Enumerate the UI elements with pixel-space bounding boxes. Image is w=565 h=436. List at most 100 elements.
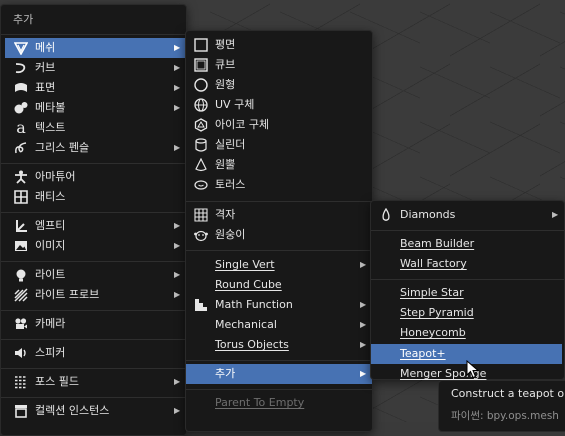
speaker-icon	[13, 345, 29, 361]
menu-item-torus[interactable]: 토러스	[189, 175, 369, 195]
menu-item-label: 컬렉션 인스턴스	[35, 404, 110, 417]
menu-item-label: Simple Star	[400, 286, 464, 299]
menu-item-torus-objects[interactable]: Torus Objects ▶	[189, 335, 369, 355]
mesh-icon	[13, 40, 29, 56]
menu-item-cylinder[interactable]: 실린더	[189, 135, 369, 155]
menu-item-beam-builder[interactable]: Beam Builder	[372, 234, 562, 254]
plane-icon	[193, 37, 209, 53]
menu-item-label: 이미지	[35, 239, 66, 252]
submenu-arrow-icon: ▶	[174, 241, 181, 250]
menu-item-extras[interactable]: 추가 ▶	[186, 364, 372, 384]
menu-item-label: 원숭이	[215, 228, 246, 241]
menu-item-label: 실린더	[215, 138, 246, 151]
menu-item-label: 카메라	[35, 317, 66, 330]
circle-icon	[193, 77, 209, 93]
menu-item-armature[interactable]: 아마튜어	[5, 167, 185, 187]
torus-icon	[193, 177, 209, 193]
menu-item-round-cube[interactable]: Round Cube	[189, 275, 369, 295]
menu-item-metaball[interactable]: 메타볼 ▶	[5, 98, 185, 118]
menu-item-plane[interactable]: 평면	[189, 35, 369, 55]
menu-item-single-vert[interactable]: Single Vert ▶	[189, 255, 369, 275]
math-function-icon	[193, 297, 209, 313]
separator	[186, 201, 372, 202]
submenu-arrow-icon: ▶	[174, 63, 181, 72]
menu-item-label: 아마튜어	[35, 170, 76, 183]
menu-item-label: 추가	[215, 367, 236, 380]
camera-icon	[13, 316, 29, 332]
menu-item-wall-factory[interactable]: Wall Factory	[372, 254, 562, 274]
separator	[186, 389, 372, 390]
ico-sphere-icon	[193, 117, 209, 133]
menu-item-label: 원형	[215, 78, 236, 91]
menu-item-label: 큐브	[215, 58, 236, 71]
menu-item-simple-star[interactable]: Simple Star	[372, 283, 562, 303]
add-menu-title: 추가	[13, 13, 34, 26]
menu-item-diamonds[interactable]: Diamonds ▶	[372, 205, 562, 225]
menu-item-lattice[interactable]: 래티스	[5, 187, 185, 207]
menu-item-math-function[interactable]: Math Function ▶	[189, 295, 369, 315]
grid-icon	[193, 207, 209, 223]
menu-item-step-pyramid[interactable]: Step Pyramid	[372, 303, 562, 323]
grease-pencil-icon	[13, 140, 29, 156]
curve-icon	[13, 60, 29, 76]
menu-item-label: 스피커	[35, 346, 66, 359]
menu-item-honeycomb[interactable]: Honeycomb	[372, 323, 562, 343]
menu-item-text[interactable]: a 텍스트	[5, 118, 185, 138]
submenu-arrow-icon: ▶	[360, 260, 367, 269]
menu-item-parent-to-empty: Parent To Empty	[189, 393, 369, 413]
menu-item-label: Mechanical	[215, 318, 277, 331]
menu-item-label: 아이코 구체	[215, 118, 270, 131]
mesh-submenu: 평면 큐브 원형 UV 구체 아이코 구체 실린더 원뿔 토러스 격자 원숭이 …	[185, 30, 373, 432]
menu-item-label: Wall Factory	[400, 257, 467, 270]
menu-item-light[interactable]: 라이트 ▶	[5, 265, 185, 285]
separator	[1, 163, 186, 164]
image-icon	[13, 238, 29, 254]
menu-item-ico-sphere[interactable]: 아이코 구체	[189, 115, 369, 135]
submenu-arrow-icon: ▶	[174, 103, 181, 112]
submenu-arrow-icon: ▶	[174, 270, 181, 279]
menu-item-label: 래티스	[35, 190, 66, 203]
menu-item-empty[interactable]: 엠프티 ▶	[5, 216, 185, 236]
armature-icon	[13, 169, 29, 185]
collection-icon	[13, 403, 29, 419]
menu-item-uv-sphere[interactable]: UV 구체	[189, 95, 369, 115]
menu-item-label: Single Vert	[215, 258, 275, 271]
menu-item-label: 엠프티	[35, 219, 66, 232]
menu-item-collection-instance[interactable]: 컬렉션 인스턴스 ▶	[5, 401, 185, 421]
menu-item-mesh[interactable]: 메쉬 ▶	[5, 38, 185, 58]
submenu-arrow-icon: ▶	[360, 340, 367, 349]
menu-item-monkey[interactable]: 원숭이	[189, 225, 369, 245]
separator	[186, 360, 372, 361]
separator	[371, 230, 564, 231]
menu-item-camera[interactable]: 카메라	[5, 314, 185, 334]
text-icon: a	[16, 118, 26, 137]
submenu-arrow-icon: ▶	[174, 143, 181, 152]
menu-item-label: 라이트	[35, 268, 66, 281]
menu-item-label: Math Function	[215, 298, 293, 311]
light-bulb-icon	[13, 267, 29, 283]
menu-item-label: 커브	[35, 61, 56, 74]
menu-item-grease-pencil[interactable]: 그리스 펜슬 ▶	[5, 138, 185, 158]
menu-item-cube[interactable]: 큐브	[189, 55, 369, 75]
menu-item-circle[interactable]: 원형	[189, 75, 369, 95]
force-field-icon	[13, 374, 29, 390]
menu-item-label: Beam Builder	[400, 237, 475, 250]
menu-item-force-field[interactable]: 포스 필드 ▶	[5, 372, 185, 392]
menu-item-label: 메타볼	[35, 101, 66, 114]
menu-item-speaker[interactable]: 스피커	[5, 343, 185, 363]
light-probe-icon	[13, 287, 29, 303]
separator	[371, 279, 564, 280]
menu-item-curve[interactable]: 커브 ▶	[5, 58, 185, 78]
menu-item-mechanical[interactable]: Mechanical ▶	[189, 315, 369, 335]
menu-item-surface[interactable]: 표면 ▶	[5, 78, 185, 98]
menu-item-label: Diamonds	[400, 208, 456, 221]
separator	[1, 368, 186, 369]
menu-item-cone[interactable]: 원뿔	[189, 155, 369, 175]
menu-item-light-probe[interactable]: 라이트 프로브 ▶	[5, 285, 185, 305]
separator	[1, 397, 186, 398]
submenu-arrow-icon: ▶	[174, 221, 181, 230]
menu-item-label: 원뿔	[215, 158, 236, 171]
submenu-arrow-icon: ▶	[360, 320, 367, 329]
menu-item-image[interactable]: 이미지 ▶	[5, 236, 185, 256]
menu-item-grid[interactable]: 격자	[189, 205, 369, 225]
